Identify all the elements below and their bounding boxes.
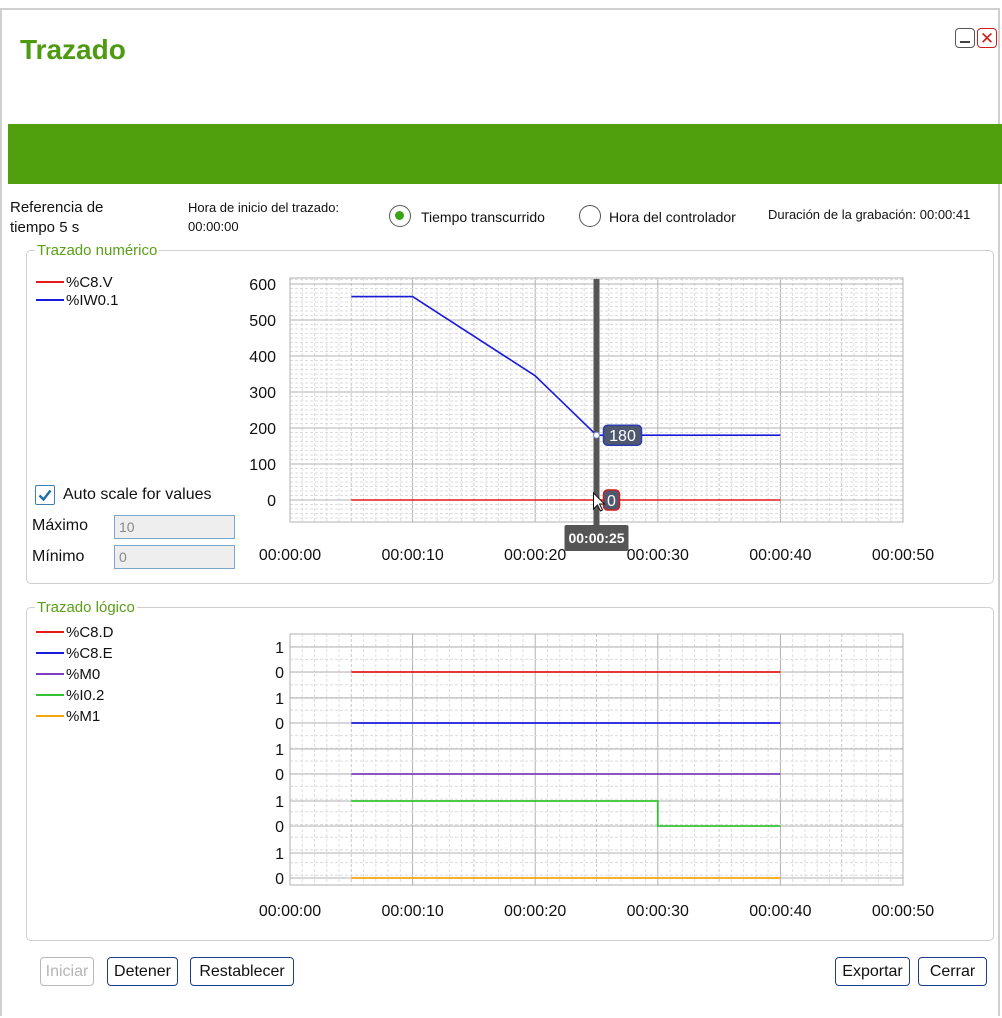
x-tick-label: 00:00:00 bbox=[259, 903, 321, 920]
y-tick-label: 0 bbox=[275, 871, 284, 888]
y-tick-label: 1 bbox=[275, 846, 284, 863]
legend-label: %M0 bbox=[66, 666, 100, 683]
cursor-value-label: 180 bbox=[609, 428, 636, 445]
cursor-time-label: 00:00:25 bbox=[568, 530, 624, 546]
x-tick-label: 00:00:20 bbox=[504, 903, 566, 920]
y-tick-label: 100 bbox=[249, 457, 276, 474]
y-tick-label: 300 bbox=[249, 385, 276, 402]
legend-label: %IW0.1 bbox=[66, 292, 119, 309]
reset-button[interactable]: Restablecer bbox=[190, 957, 294, 986]
cursor-marker bbox=[593, 431, 600, 439]
y-tick-label: 0 bbox=[275, 716, 284, 733]
cursor-line bbox=[593, 279, 600, 529]
close-button[interactable]: Cerrar bbox=[918, 957, 987, 986]
export-button[interactable]: Exportar bbox=[835, 957, 910, 986]
y-tick-label: 200 bbox=[249, 421, 276, 438]
x-tick-label: 00:00:50 bbox=[872, 547, 934, 564]
y-tick-label: 0 bbox=[267, 493, 276, 510]
x-tick-label: 00:00:40 bbox=[749, 903, 811, 920]
stop-button[interactable]: Detener bbox=[107, 957, 178, 986]
x-tick-label: 00:00:50 bbox=[872, 903, 934, 920]
x-tick-label: 00:00:30 bbox=[627, 547, 689, 564]
y-tick-label: 1 bbox=[275, 794, 284, 811]
y-tick-label: 400 bbox=[249, 349, 276, 366]
y-tick-label: 0 bbox=[275, 665, 284, 682]
y-tick-label: 500 bbox=[249, 313, 276, 330]
legend-label: %C8.E bbox=[66, 645, 113, 662]
legend-label: %M1 bbox=[66, 708, 100, 725]
x-tick-label: 00:00:10 bbox=[381, 547, 443, 564]
series-line-%I0.2 bbox=[351, 800, 781, 827]
start-button[interactable]: Iniciar bbox=[40, 957, 94, 986]
y-tick-label: 0 bbox=[275, 767, 284, 784]
legend-label: %I0.2 bbox=[66, 687, 104, 704]
y-tick-label: 0 bbox=[275, 819, 284, 836]
x-tick-label: 00:00:40 bbox=[749, 547, 811, 564]
legend-label: %C8.D bbox=[66, 624, 114, 641]
x-tick-label: 00:00:30 bbox=[627, 903, 689, 920]
y-tick-label: 1 bbox=[275, 640, 284, 657]
trace-charts: 010020030040050060000:00:00 00:00:10 00:00… bbox=[36, 274, 934, 920]
legend-label: %C8.V bbox=[66, 274, 113, 291]
y-tick-label: 1 bbox=[275, 691, 284, 708]
y-tick-label: 600 bbox=[249, 277, 276, 294]
x-tick-label: 00:00:00 bbox=[259, 547, 321, 564]
y-tick-label: 1 bbox=[275, 742, 284, 759]
x-tick-label: 00:00:10 bbox=[381, 903, 443, 920]
x-tick-label: 00:00:20 bbox=[504, 547, 566, 564]
cursor-value-label: 0 bbox=[607, 493, 616, 510]
